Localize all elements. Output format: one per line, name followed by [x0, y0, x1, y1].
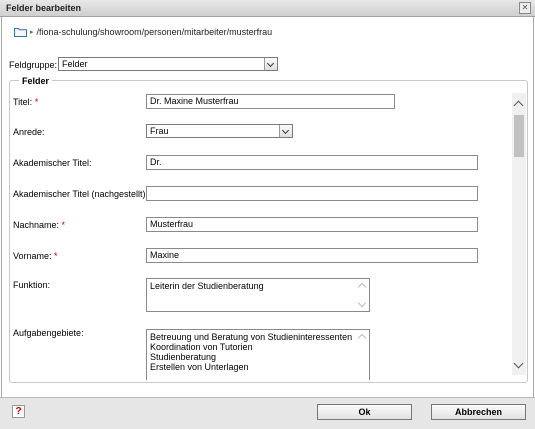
anrede-label: Anrede: [13, 127, 45, 137]
vorname-input[interactable]: Maxine [146, 248, 478, 263]
breadcrumb: ▸ /fiona-schulung/showroom/personen/mita… [14, 26, 272, 38]
window-titlebar: Felder bearbeiten ✕ [0, 0, 535, 17]
aufgaben-line: Koordination von Tutorien [150, 342, 253, 352]
fieldset-legend: Felder [19, 76, 53, 86]
anrede-value: Frau [150, 126, 169, 136]
titel-label: Titel: * [13, 97, 39, 107]
chevron-up-icon[interactable] [513, 100, 524, 111]
required-marker: * [54, 251, 58, 261]
textarea-scrollbar[interactable] [357, 331, 368, 380]
ok-button[interactable]: Ok [317, 404, 412, 420]
funktion-label: Funktion: [13, 280, 51, 290]
nachname-input[interactable]: Musterfrau [146, 217, 478, 232]
titel-input[interactable]: Dr. Maxine Musterfrau [146, 94, 395, 109]
akad-titel-label: Akademischer Titel: [13, 158, 92, 168]
path-text: /fiona-schulung/showroom/personen/mitarb… [36, 27, 273, 37]
chevron-down-icon[interactable] [513, 358, 524, 369]
form-scrollbar[interactable] [512, 93, 526, 375]
anrede-select[interactable]: Frau [146, 124, 293, 138]
akad-titel-nach-input[interactable] [146, 186, 478, 201]
dialog-footer: ? Ok Abbrechen [0, 397, 535, 429]
fields-scroll-area: Titel: * Dr. Maxine Musterfrau Anrede: F… [11, 88, 513, 380]
path-arrow-icon: ▸ [30, 29, 34, 36]
required-marker: * [34, 97, 39, 107]
chevron-down-icon[interactable] [264, 58, 277, 70]
akad-titel-nach-label: Akademischer Titel (nachgestellt): [13, 189, 149, 199]
textarea-scrollbar[interactable] [357, 280, 368, 310]
funktion-textarea[interactable]: Leiterin der Studienberatung [146, 278, 370, 312]
aufgaben-label: Aufgabengebiete: [13, 328, 84, 338]
aufgaben-line: Betreuung und Beratung von Studienintere… [150, 332, 353, 342]
aufgaben-line: Erstellen von Unterlagen [150, 362, 249, 372]
akad-titel-input[interactable]: Dr. [146, 155, 478, 170]
feldgruppe-value: Felder [62, 59, 88, 69]
required-marker: * [61, 220, 66, 230]
aufgaben-textarea[interactable]: Betreuung und Beratung von Studienintere… [146, 329, 370, 380]
cancel-button[interactable]: Abbrechen [431, 404, 526, 420]
feldgruppe-label: Feldgruppe: [9, 60, 58, 70]
chevron-down-icon[interactable] [279, 125, 292, 137]
window-title: Felder bearbeiten [6, 3, 82, 13]
vorname-label: Vorname: * [13, 251, 58, 261]
aufgaben-line: Studienberatung [150, 352, 217, 362]
scrollbar-thumb[interactable] [514, 115, 524, 157]
chevron-up-icon[interactable] [357, 333, 367, 343]
feldgruppe-select[interactable]: Felder [58, 57, 278, 71]
nachname-label: Nachname: * [13, 220, 66, 230]
chevron-up-icon[interactable] [357, 282, 367, 292]
folder-icon [14, 28, 27, 37]
chevron-down-icon[interactable] [357, 298, 367, 308]
help-icon[interactable]: ? [12, 405, 25, 418]
close-icon[interactable]: ✕ [519, 2, 531, 14]
